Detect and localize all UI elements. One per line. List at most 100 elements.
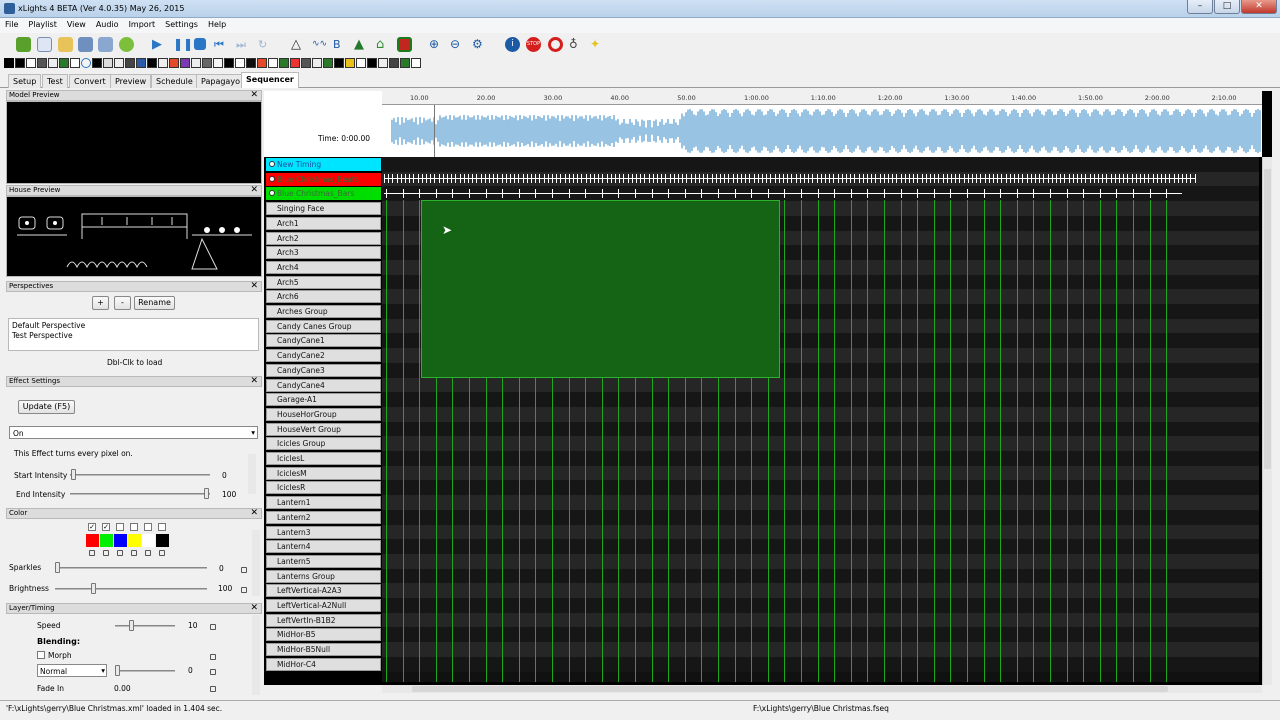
effect-twinkle-icon[interactable] <box>345 58 355 68</box>
tab-test[interactable]: Test <box>42 74 68 88</box>
list-item[interactable]: Default Perspective <box>12 321 85 330</box>
effect-glediator-icon[interactable] <box>136 58 146 68</box>
fade-in-value[interactable]: 0.00 <box>114 684 131 693</box>
lock-icon[interactable] <box>241 567 247 573</box>
triangle-tool-icon[interactable]: △ <box>291 37 306 52</box>
model-effect-row[interactable] <box>382 421 1259 437</box>
effect-life-icon[interactable] <box>147 58 157 68</box>
effect-colorwash-icon[interactable] <box>59 58 69 68</box>
remove-perspective-button[interactable]: - <box>114 296 131 310</box>
model-row-label[interactable]: IciclesL <box>266 452 381 465</box>
pause-icon[interactable]: ❚❚ <box>173 37 193 52</box>
effect-garlands-icon[interactable] <box>125 58 135 68</box>
model-row-label[interactable]: Lanterns Group <box>266 569 381 583</box>
lock-icon[interactable] <box>145 550 151 556</box>
effect-tree-icon[interactable] <box>334 58 344 68</box>
effect-snowstorm-icon[interactable] <box>279 58 289 68</box>
lock-icon[interactable] <box>210 669 216 675</box>
effect-circles-icon[interactable] <box>48 58 58 68</box>
open-folder-icon[interactable] <box>58 37 73 52</box>
effect-curtain-icon[interactable] <box>70 58 80 68</box>
color-swatch-yellow[interactable] <box>128 534 141 547</box>
model-effect-row[interactable] <box>382 612 1259 628</box>
model-row-label[interactable]: Candy Canes Group <box>266 319 381 333</box>
effects-grid[interactable] <box>382 157 1259 682</box>
play-icon[interactable]: ▶ <box>152 37 167 52</box>
blend-value[interactable]: 0 <box>188 666 193 675</box>
model-effect-row[interactable] <box>382 480 1259 496</box>
model-effect-row[interactable] <box>382 642 1259 658</box>
effect-spirograph-icon[interactable] <box>301 58 311 68</box>
model-effect-row[interactable] <box>382 406 1259 422</box>
model-effect-row[interactable] <box>382 509 1259 525</box>
start-intensity-value[interactable]: 0 <box>222 471 227 480</box>
time-ruler[interactable]: 10.00 20.00 30.00 40.00 50.00 1:00.00 1:10.00 1… <box>382 91 1262 105</box>
maximize-button[interactable]: □ <box>1214 0 1240 14</box>
color-3-checkbox[interactable] <box>116 523 124 531</box>
model-effect-row[interactable] <box>382 465 1259 481</box>
model-row-label[interactable]: Arch2 <box>266 231 381 245</box>
grid-vertical-scrollbar[interactable] <box>1262 157 1272 685</box>
effect-marquee-icon[interactable] <box>367 58 377 68</box>
model-row-label[interactable]: IciclesM <box>266 466 381 480</box>
menu-settings[interactable]: Settings <box>160 18 203 31</box>
effect-ripple-icon[interactable] <box>224 58 234 68</box>
model-row-label[interactable]: Arch6 <box>266 290 381 304</box>
model-effect-row[interactable] <box>382 553 1259 569</box>
model-effect-row[interactable] <box>382 568 1259 584</box>
effect-lightning-icon[interactable] <box>389 58 399 68</box>
lock-icon[interactable] <box>210 654 216 660</box>
effect-pinwheel-icon[interactable] <box>202 58 212 68</box>
zoom-out-icon[interactable]: ⊖ <box>450 37 465 52</box>
effect-bars-icon[interactable] <box>26 58 36 68</box>
model-row-label[interactable]: Lantern2 <box>266 510 381 524</box>
model-row-label[interactable]: Arch4 <box>266 260 381 274</box>
color-5-checkbox[interactable] <box>144 523 152 531</box>
model-row-label[interactable]: HouseVert Group <box>266 422 381 436</box>
timing-select-radio-icon[interactable] <box>269 175 275 182</box>
close-icon[interactable]: ✕ <box>250 377 258 386</box>
model-row-label[interactable]: LeftVertIn-B1B2 <box>266 613 381 627</box>
model-row-label[interactable]: Arch3 <box>266 246 381 260</box>
timing-track-label[interactable]: Blue Christmas_Bars <box>266 187 381 201</box>
color-swatch-white[interactable] <box>142 534 155 547</box>
color-swatch-blue[interactable] <box>114 534 127 547</box>
model-effect-row[interactable] <box>382 539 1259 555</box>
house-tool-icon[interactable]: ⌂ <box>376 37 391 52</box>
speed-slider[interactable] <box>129 620 134 631</box>
effect-spirals-icon[interactable] <box>290 58 300 68</box>
close-icon[interactable]: ✕ <box>250 91 258 100</box>
bulb-on-icon[interactable]: ✦ <box>590 37 605 52</box>
rewind-icon[interactable]: ⏮ <box>214 37 229 52</box>
effect-snowflakes-icon[interactable] <box>268 58 278 68</box>
waveform-tool-icon[interactable]: ∿∿ <box>312 37 327 52</box>
update-button[interactable]: Update (F5) <box>18 400 75 414</box>
rename-perspective-button[interactable]: Rename <box>134 296 175 310</box>
effect-morph-icon[interactable] <box>169 58 179 68</box>
effect-fireworks-icon[interactable] <box>103 58 113 68</box>
effect-on-icon[interactable] <box>15 58 25 68</box>
timing-track-label[interactable]: New Timing <box>266 158 381 171</box>
new-file-icon[interactable] <box>37 37 52 52</box>
model-row-label[interactable]: Lantern3 <box>266 525 381 539</box>
effect-galaxy-icon[interactable] <box>114 58 124 68</box>
end-intensity-value[interactable]: 100 <box>222 490 236 499</box>
color-1-checkbox[interactable]: ✓ <box>88 523 96 531</box>
effect-off-icon[interactable] <box>4 58 14 68</box>
tree-tool-icon[interactable]: ▲ <box>354 37 369 52</box>
effect-fire-icon[interactable] <box>92 58 102 68</box>
lock-icon[interactable] <box>103 550 109 556</box>
model-row-label[interactable]: Lantern4 <box>266 540 381 554</box>
brightness-slider[interactable] <box>91 583 96 594</box>
model-row-label[interactable]: CandyCane2 <box>266 349 381 363</box>
sparkles-value[interactable]: 0 <box>219 564 224 573</box>
model-row-label[interactable]: Lantern5 <box>266 554 381 568</box>
model-row-label[interactable]: CandyCane1 <box>266 334 381 348</box>
grid-tool-icon[interactable] <box>397 37 412 52</box>
tab-preview[interactable]: Preview <box>110 74 152 88</box>
tab-convert[interactable]: Convert <box>69 74 111 88</box>
model-row-label[interactable]: IciclesR <box>266 481 381 495</box>
lock-icon[interactable] <box>241 587 247 593</box>
blend-mode-select[interactable]: Normal ▾ <box>37 664 107 677</box>
morph-checkbox[interactable] <box>37 651 45 659</box>
